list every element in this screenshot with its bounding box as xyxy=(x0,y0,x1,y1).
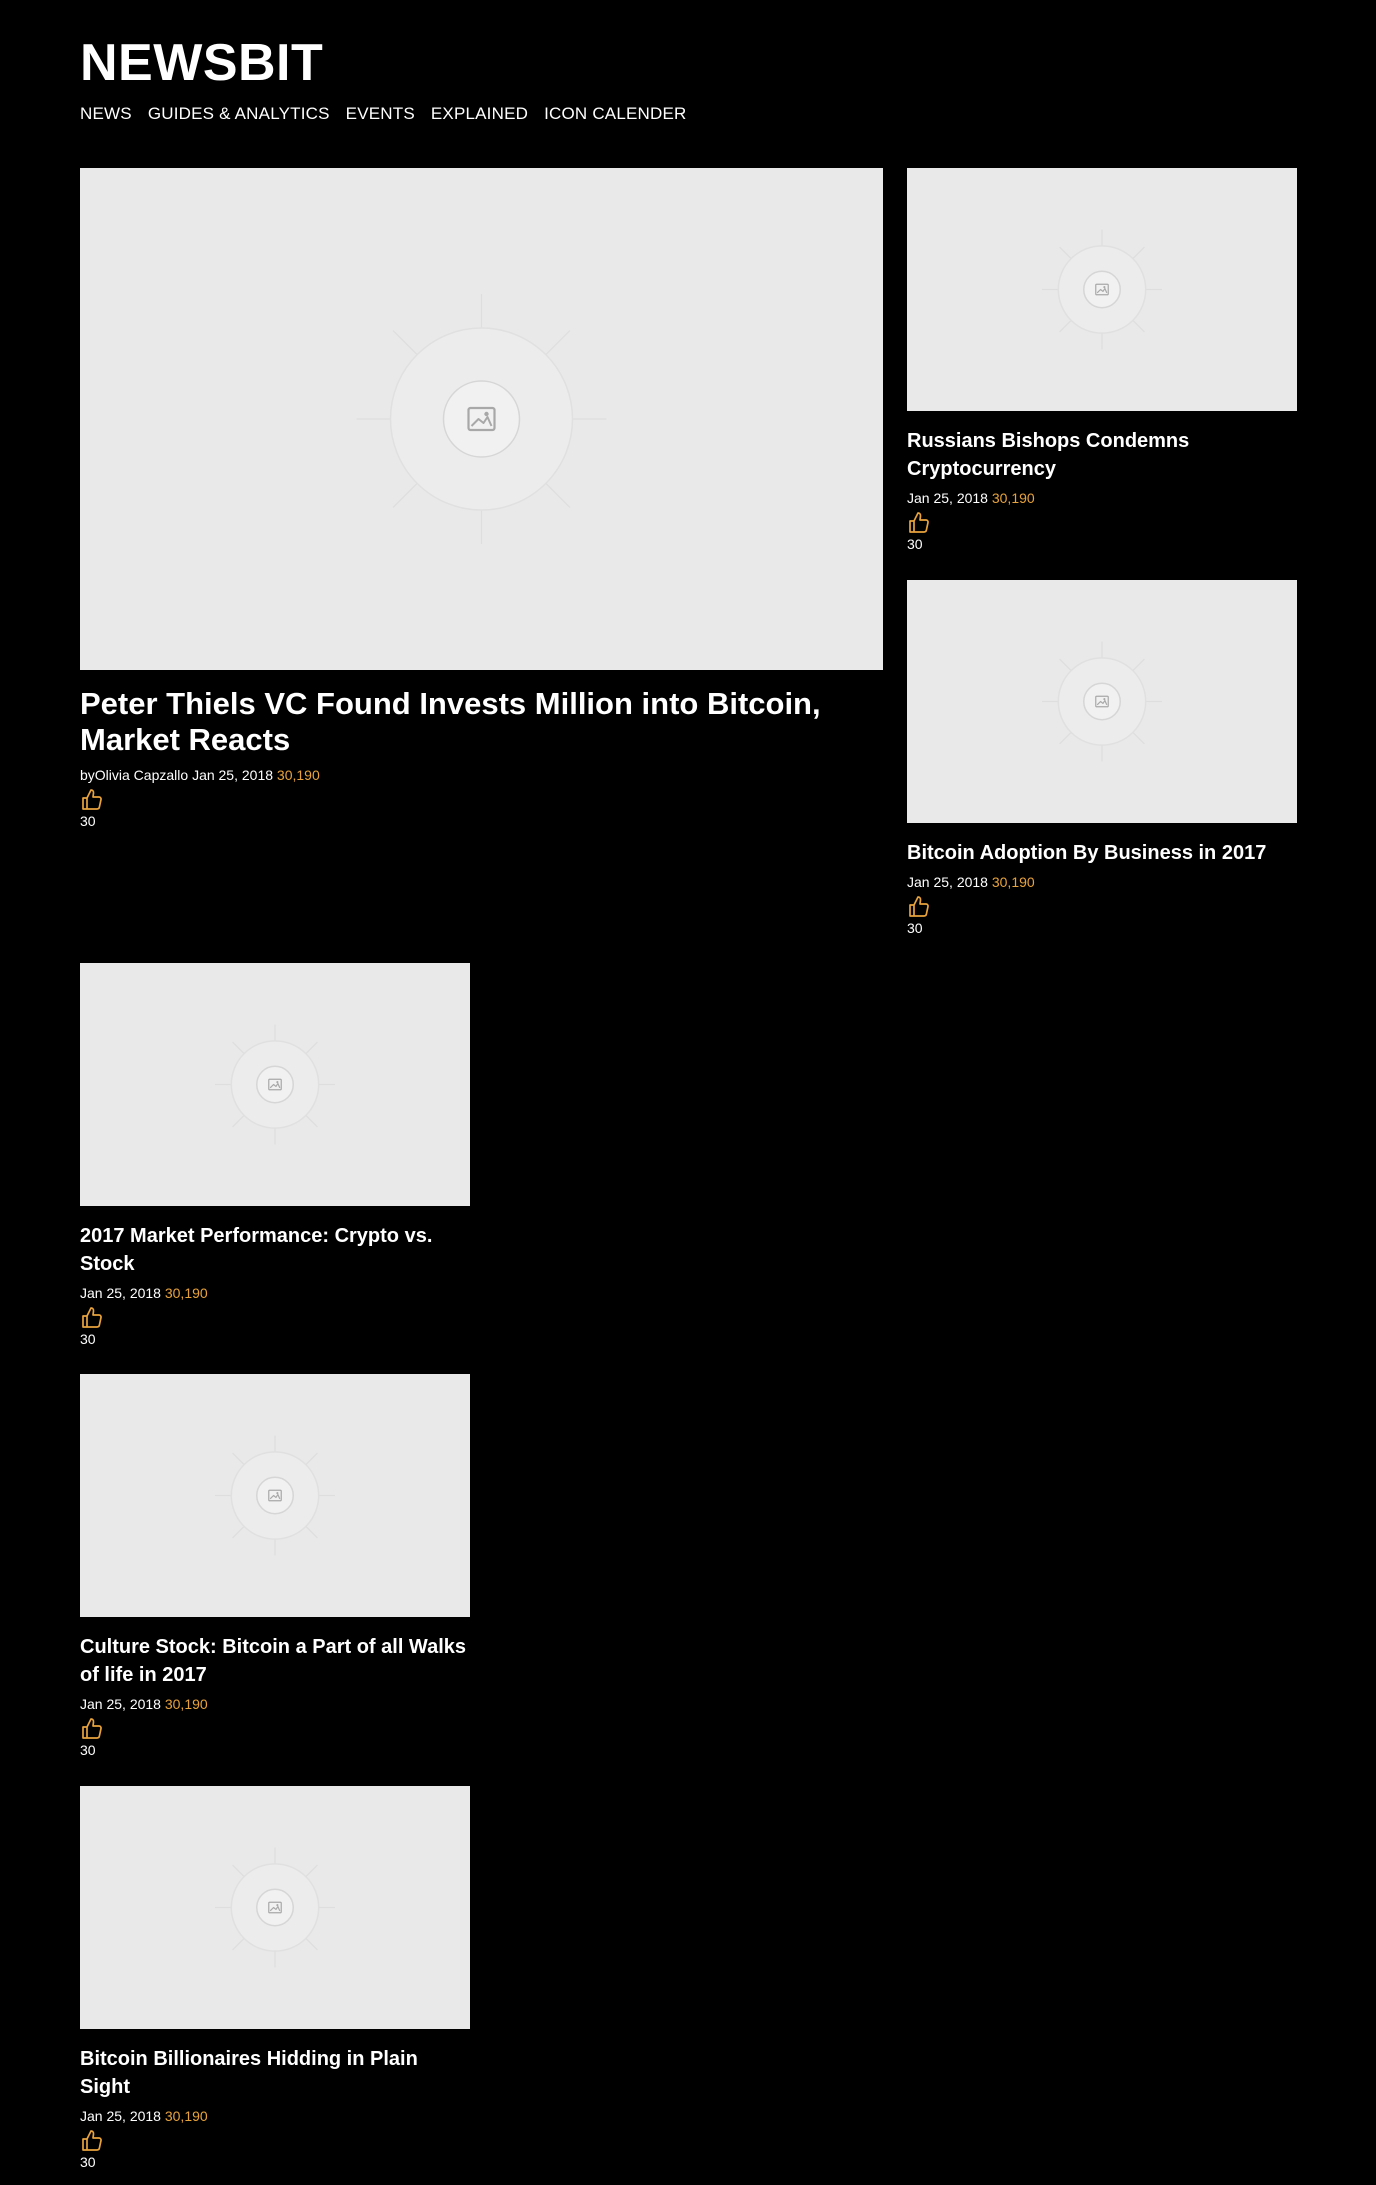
article-title[interactable]: 2017 Market Performance: Crypto vs. Stoc… xyxy=(80,1222,470,1278)
featured-article: Peter Thiels VC Found Invests Million in… xyxy=(80,168,883,830)
article-title[interactable]: Bitcoin Adoption By Business in 2017 xyxy=(907,839,1297,867)
article-meta: Jan 25, 2018 30,190 xyxy=(80,1695,470,1713)
article-image[interactable] xyxy=(80,963,470,1206)
nav-item-news[interactable]: NEWS xyxy=(80,104,132,124)
article-meta: Jan 25, 2018 30,190 xyxy=(80,1284,470,1302)
article-title[interactable]: Bitcoin Billionaires Hidding in Plain Si… xyxy=(80,2045,470,2101)
image-placeholder-graphic xyxy=(215,1847,335,1968)
article-likes: 30 xyxy=(80,1331,96,1347)
article-title[interactable]: Russians Bishops Condemns Cryptocurrency xyxy=(907,427,1297,483)
thumbs-up-icon[interactable] xyxy=(907,895,931,919)
nav-item-events[interactable]: EVENTS xyxy=(346,104,415,124)
featured-article-title[interactable]: Peter Thiels VC Found Invests Million in… xyxy=(80,686,880,758)
article-date: Jan 25, 2018 xyxy=(907,490,988,506)
thumbs-up-icon[interactable] xyxy=(80,1717,104,1741)
nav-item-guides-analytics[interactable]: GUIDES & ANALYTICS xyxy=(148,104,330,124)
nav-item-explained[interactable]: EXPLAINED xyxy=(431,104,528,124)
article-date: Jan 25, 2018 xyxy=(80,1696,161,1712)
image-placeholder-graphic xyxy=(215,1024,335,1145)
nav-item-icon-calender[interactable]: ICON CALENDER xyxy=(544,104,686,124)
article-date: Jan 25, 2018 xyxy=(80,2108,161,2124)
article-views: 30,190 xyxy=(164,2108,208,2124)
article-views: 30,190 xyxy=(991,874,1035,890)
article-image[interactable] xyxy=(907,168,1297,411)
image-placeholder-graphic xyxy=(356,294,607,544)
main-nav: NEWS GUIDES & ANALYTICS EVENTS EXPLAINED… xyxy=(80,104,687,124)
article-likes: 30 xyxy=(907,920,923,936)
article-meta: Jan 25, 2018 30,190 xyxy=(907,489,1297,507)
article-likes: 30 xyxy=(80,813,96,829)
image-placeholder-graphic xyxy=(1042,229,1162,350)
article-views: 30,190 xyxy=(164,1696,208,1712)
article-likes: 30 xyxy=(907,536,923,552)
list-article: Bitcoin Billionaires Hidding in Plain Si… xyxy=(80,1786,470,2171)
article-views: 30,190 xyxy=(991,490,1035,506)
side-article: Russians Bishops Condemns Cryptocurrency… xyxy=(907,168,1297,553)
article-likes: 30 xyxy=(80,2154,96,2170)
thumbs-up-icon[interactable] xyxy=(80,1306,104,1330)
article-image[interactable] xyxy=(907,580,1297,823)
article-views: 30,190 xyxy=(164,1285,208,1301)
article-byline: byOlivia Capzallo xyxy=(80,767,189,783)
featured-article-image[interactable] xyxy=(80,168,883,670)
thumbs-up-icon[interactable] xyxy=(80,2129,104,2153)
article-image[interactable] xyxy=(80,1786,470,2029)
article-meta: Jan 25, 2018 30,190 xyxy=(907,873,1297,891)
side-article: Bitcoin Adoption By Business in 2017 Jan… xyxy=(907,580,1297,937)
article-image[interactable] xyxy=(80,1374,470,1617)
article-date: Jan 25, 2018 xyxy=(907,874,988,890)
image-placeholder-graphic xyxy=(1042,641,1162,762)
article-likes: 30 xyxy=(80,1742,96,1758)
thumbs-up-icon[interactable] xyxy=(907,511,931,535)
list-article: Culture Stock: Bitcoin a Part of all Wal… xyxy=(80,1374,470,1759)
article-title[interactable]: Culture Stock: Bitcoin a Part of all Wal… xyxy=(80,1633,470,1689)
article-date: Jan 25, 2018 xyxy=(192,767,274,783)
article-date: Jan 25, 2018 xyxy=(80,1285,161,1301)
article-views: 30,190 xyxy=(276,767,320,783)
site-logo[interactable]: NEWSBIT xyxy=(80,30,323,96)
list-article: 2017 Market Performance: Crypto vs. Stoc… xyxy=(80,963,470,1348)
thumbs-up-icon[interactable] xyxy=(80,788,104,812)
article-meta: Jan 25, 2018 30,190 xyxy=(80,2107,470,2125)
image-placeholder-graphic xyxy=(215,1435,335,1556)
article-meta: byOlivia Capzallo Jan 25, 2018 30,190 xyxy=(80,766,883,784)
